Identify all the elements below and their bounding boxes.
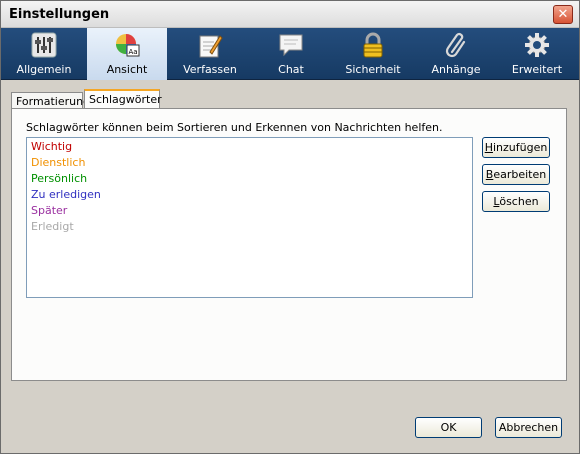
tag-item-spaeter[interactable]: Später: [31, 203, 67, 219]
speech-bubble-icon: [279, 34, 303, 57]
paperclip-icon: [445, 33, 466, 58]
close-button[interactable]: ✕: [553, 5, 573, 24]
add-tag-label: inzufügen: [492, 141, 548, 154]
title-bar[interactable]: Einstellungen ✕: [1, 1, 579, 28]
toolbar-item-chat[interactable]: Chat: [251, 28, 331, 80]
tags-listbox[interactable]: Wichtig Dienstlich Persönlich Zu erledig…: [26, 137, 473, 298]
cancel-button[interactable]: Abbrechen: [495, 417, 562, 438]
padlock-icon: [363, 32, 383, 58]
toolbar-label: Allgemein: [16, 63, 72, 76]
window-title: Einstellungen: [9, 7, 110, 22]
color-wheel-icon: Aa: [116, 34, 140, 57]
add-tag-button[interactable]: Hinzufügen: [482, 137, 550, 158]
category-toolbar: Allgemein Aa Ansicht Verfassen Chat Sich…: [1, 28, 579, 80]
tab-label: Schlagwörter: [89, 93, 162, 106]
tag-item-zu-erledigen[interactable]: Zu erledigen: [31, 187, 101, 203]
tag-item-wichtig[interactable]: Wichtig: [31, 139, 72, 155]
toolbar-item-ansicht[interactable]: Aa Ansicht: [87, 28, 167, 80]
toolbar-item-erweitert[interactable]: Erweitert: [497, 28, 577, 80]
toolbar-label: Erweitert: [511, 63, 563, 76]
notepad-pen-icon: [199, 35, 223, 58]
ok-button[interactable]: OK: [415, 417, 482, 438]
toolbar-label: Sicherheit: [345, 63, 401, 76]
toolbar-label: Verfassen: [183, 63, 237, 76]
edit-tag-button[interactable]: Bearbeiten: [482, 164, 550, 185]
toolbar-label: Anhänge: [431, 63, 481, 76]
tag-item-dienstlich[interactable]: Dienstlich: [31, 155, 85, 171]
font-badge: Aa: [129, 48, 138, 56]
toolbar-label: Chat: [278, 63, 304, 76]
toolbar-item-sicherheit[interactable]: Sicherheit: [331, 28, 415, 80]
add-tag-accel: H: [484, 141, 493, 154]
toolbar-item-anhaenge[interactable]: Anhänge: [415, 28, 497, 80]
gear-icon: [525, 33, 549, 57]
tags-panel: Schlagwörter können beim Sortieren und E…: [11, 108, 567, 381]
tab-label: Formatierung: [16, 95, 91, 108]
toolbar-label: Ansicht: [106, 63, 148, 76]
delete-tag-button[interactable]: Löschen: [482, 191, 550, 212]
toolbar-item-verfassen[interactable]: Verfassen: [169, 28, 251, 80]
sliders-icon: [31, 32, 57, 58]
toolbar-item-allgemein[interactable]: Allgemein: [3, 28, 85, 80]
delete-tag-label: öschen: [499, 195, 539, 208]
tag-item-erledigt[interactable]: Erledigt: [31, 219, 74, 235]
close-icon: ✕: [557, 7, 569, 22]
tag-item-persoenlich[interactable]: Persönlich: [31, 171, 87, 187]
settings-window: Einstellungen ✕ Allgemein Aa Ansicht Ver…: [0, 0, 580, 454]
edit-tag-label: earbeiten: [493, 168, 547, 181]
tags-description: Schlagwörter können beim Sortieren und E…: [26, 121, 443, 134]
